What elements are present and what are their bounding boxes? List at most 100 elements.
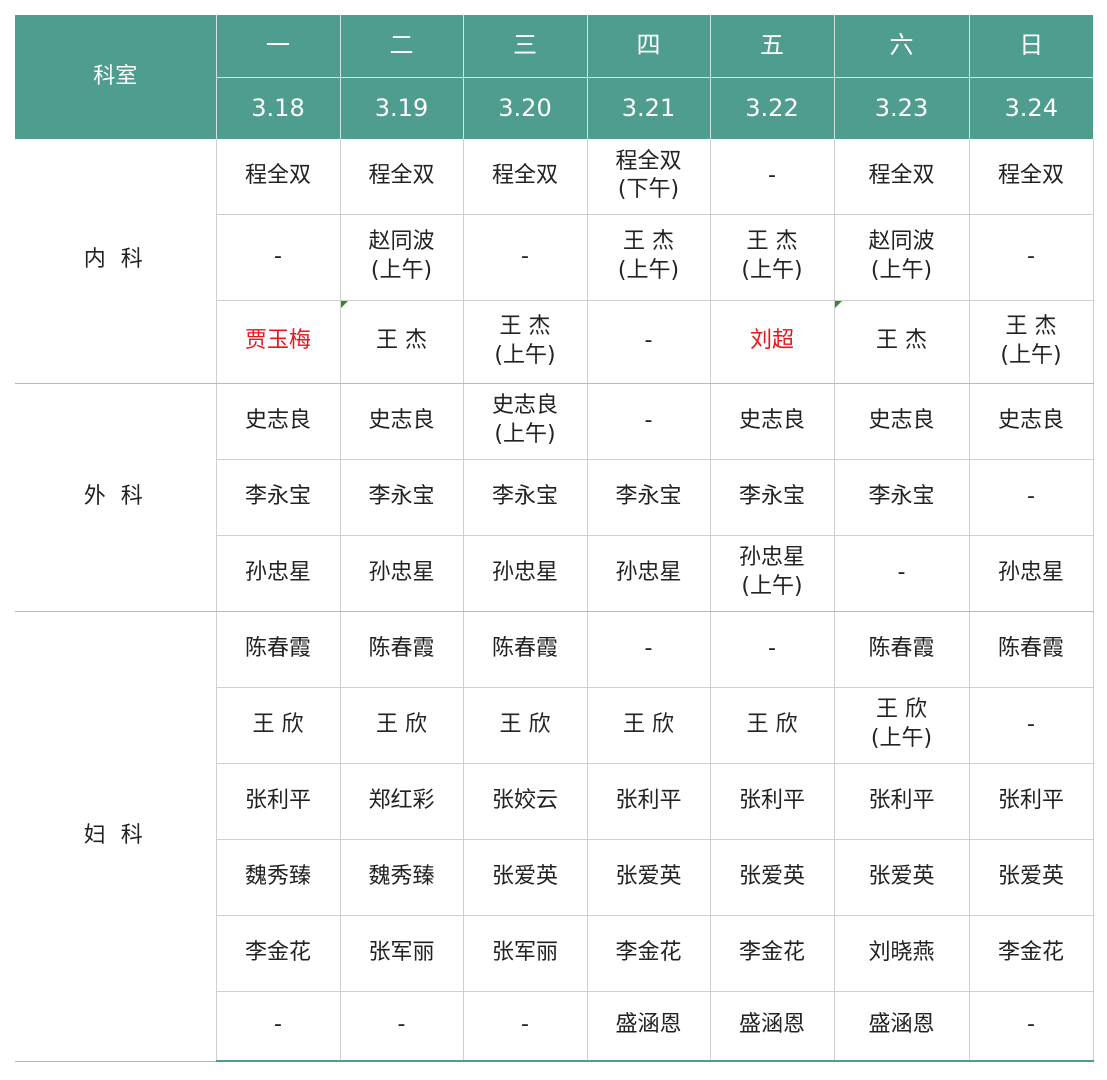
doctor-name: - xyxy=(644,635,653,661)
doctor-name: 王 杰 xyxy=(876,328,927,354)
schedule-cell: 盛涵恩 xyxy=(710,991,835,1062)
schedule-cell: 郑红彩 xyxy=(340,763,464,840)
doctor-name: 张军丽 xyxy=(491,939,558,965)
schedule-cell: 程全双 xyxy=(463,139,588,215)
date-header: 3.18 xyxy=(216,77,341,139)
schedule-cell: 刘超 xyxy=(710,300,835,384)
doctor-name: 孙忠星 xyxy=(244,559,311,585)
doctor-name: 王 杰 (上午) xyxy=(1000,313,1062,368)
schedule-cell: 刘晓燕 xyxy=(834,915,970,992)
schedule-cell: - xyxy=(710,611,835,688)
schedule-cell: 李永宝 xyxy=(340,459,464,536)
schedule-cell: 王 杰 xyxy=(834,300,970,384)
schedule-cell: 程全双 xyxy=(969,139,1094,215)
doctor-name: 刘超 xyxy=(749,328,794,354)
doctor-name: 李金花 xyxy=(738,939,805,965)
schedule-cell: 王 欣 xyxy=(216,687,341,764)
doctor-name: 陈春霞 xyxy=(368,635,435,661)
schedule-cell: 王 杰 xyxy=(340,300,464,384)
schedule-cell: 李金花 xyxy=(710,915,835,992)
date-header: 3.20 xyxy=(463,77,588,139)
doctor-name: 孙忠星 xyxy=(368,559,435,585)
doctor-name: 李永宝 xyxy=(244,483,311,509)
schedule-cell: 李金花 xyxy=(587,915,711,992)
weekday-header: 二 xyxy=(340,15,464,78)
schedule-cell: - xyxy=(710,139,835,215)
table-header: 科室 一 二 三 四 五 六 日 3.18 3.19 3.20 3.21 3.2… xyxy=(15,15,1093,139)
schedule-cell: 程全双 (下午) xyxy=(587,139,711,215)
schedule-cell: 贾玉梅 xyxy=(216,300,341,384)
date-header: 3.22 xyxy=(710,77,835,139)
doctor-name: 贾玉梅 xyxy=(244,328,311,354)
weekday-header: 一 xyxy=(216,15,341,78)
doctor-name: 王 杰 (上午) xyxy=(617,229,680,283)
schedule-cell: 王 欣 xyxy=(587,687,711,764)
schedule-cell: 孙忠星 xyxy=(969,535,1094,612)
doctor-name: 陈春霞 xyxy=(244,635,311,661)
weekday-header: 五 xyxy=(710,15,835,78)
doctor-name: 李永宝 xyxy=(615,483,682,509)
weekday-header: 四 xyxy=(587,15,711,78)
doctor-name: 张利平 xyxy=(244,787,311,813)
table-row: 妇 科 陈春霞 陈春霞 陈春霞 - - 陈春霞 陈春霞 xyxy=(15,611,1094,1062)
department-name: 妇 科 xyxy=(15,611,217,1062)
doctor-name: 王 杰 (上午) xyxy=(741,229,803,283)
schedule-cell: - xyxy=(216,214,341,301)
schedule-cell: 王 杰 (上午) xyxy=(710,214,835,301)
doctor-name: 史志良 xyxy=(868,407,935,433)
schedule-cell: 王 欣 xyxy=(340,687,464,764)
department-name: 外 科 xyxy=(15,383,217,612)
doctor-name: - xyxy=(768,162,776,188)
schedule-cell: 张爱英 xyxy=(969,839,1094,916)
doctor-name: - xyxy=(768,635,776,661)
doctor-name: 程全双 xyxy=(868,162,935,188)
schedule-cell: - xyxy=(340,991,464,1062)
schedule-cell: 史志良 xyxy=(834,383,970,460)
schedule-cell: 史志良 xyxy=(710,383,835,460)
doctor-name: 张爱英 xyxy=(615,863,682,889)
schedule-cell: - xyxy=(463,991,588,1062)
doctor-name: 李永宝 xyxy=(868,483,935,509)
doctor-name: 王 杰 (上午) xyxy=(494,313,556,368)
schedule-cell: 魏秀臻 xyxy=(340,839,464,916)
doctor-name: - xyxy=(644,407,653,433)
schedule-cell: 王 杰 (上午) xyxy=(969,300,1094,384)
schedule-cell: 张爱英 xyxy=(710,839,835,916)
schedule-cell: 王 欣 (上午) xyxy=(834,687,970,764)
comment-marker-icon xyxy=(340,300,348,308)
doctor-name: 陈春霞 xyxy=(868,635,935,661)
date-header: 3.19 xyxy=(340,77,464,139)
doctor-name: 史志良 xyxy=(997,407,1064,433)
schedule-cell: 程全双 xyxy=(340,139,464,215)
doctor-name: 程全双 xyxy=(997,162,1064,188)
schedule-cell: 孙忠星 xyxy=(463,535,588,612)
schedule-cell: - xyxy=(463,214,588,301)
doctor-name: 李金花 xyxy=(244,939,311,965)
weekday-row: 科室 一 二 三 四 五 六 日 xyxy=(15,15,1093,139)
schedule-cell: 李金花 xyxy=(216,915,341,992)
doctor-name: 张利平 xyxy=(868,787,935,813)
weekday-header: 三 xyxy=(463,15,588,78)
doctor-name: 刘晓燕 xyxy=(868,939,935,965)
table-row: 外 科 史志良 史志良 史志良 (上午) - 史志良 史志良 史志良 xyxy=(15,383,1094,612)
doctor-name: 郑红彩 xyxy=(368,787,435,813)
schedule-cell: 程全双 xyxy=(216,139,341,215)
schedule-cell: 张爱英 xyxy=(587,839,711,916)
doctor-name: 李金花 xyxy=(997,939,1064,965)
schedule-cell: 史志良 xyxy=(969,383,1094,460)
doctor-name: - xyxy=(1027,1012,1035,1038)
doctor-name: 程全双 (下午) xyxy=(615,148,682,203)
doctor-name: 张爱英 xyxy=(868,863,935,889)
schedule-cell: 李永宝 xyxy=(710,459,835,536)
doctor-name: - xyxy=(521,243,529,269)
schedule-cell: 王 欣 xyxy=(463,687,588,764)
doctor-name: 程全双 xyxy=(244,162,311,188)
schedule-cell: 张利平 xyxy=(587,763,711,840)
schedule-cell: 王 欣 xyxy=(710,687,835,764)
schedule-cell: 李金花 xyxy=(969,915,1094,992)
doctor-name: 张爱英 xyxy=(491,863,558,889)
doctor-name: 盛涵恩 xyxy=(615,1012,682,1038)
doctor-name: 李金花 xyxy=(615,939,682,965)
doctor-name: 张利平 xyxy=(997,787,1064,813)
schedule-cell: 王 杰 (上午) xyxy=(463,300,588,384)
